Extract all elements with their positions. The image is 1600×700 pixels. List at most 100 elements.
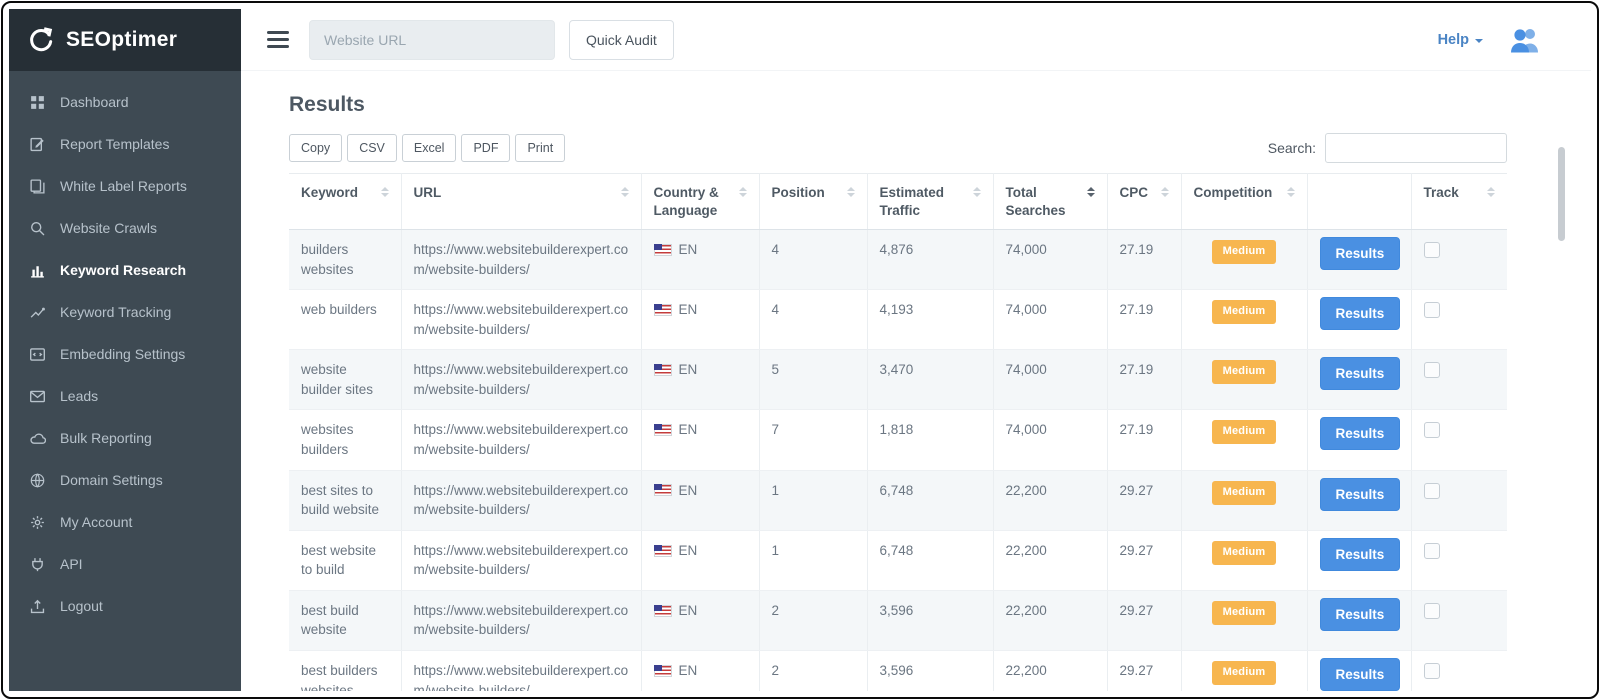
sidebar-menu: Dashboard Report Templates White Label R… (9, 71, 241, 637)
sort-icon[interactable] (381, 187, 389, 202)
support-users-icon[interactable] (1509, 26, 1543, 53)
track-checkbox[interactable] (1424, 543, 1440, 559)
action-cell: Results (1307, 470, 1411, 530)
sidebar-item-website-crawls[interactable]: Website Crawls (9, 207, 241, 249)
track-cell (1411, 530, 1507, 590)
results-button[interactable]: Results (1320, 417, 1401, 450)
sidebar-item-embedding-settings[interactable]: Embedding Settings (9, 333, 241, 375)
url-cell: https://www.websitebuilderexpert.com/web… (401, 230, 641, 290)
track-checkbox[interactable] (1424, 362, 1440, 378)
website-url-input[interactable] (309, 20, 555, 60)
sidebar-item-label: White Label Reports (60, 178, 187, 194)
hamburger-menu-icon[interactable] (267, 31, 289, 48)
track-checkbox[interactable] (1424, 302, 1440, 318)
export-buttons: Copy CSV Excel PDF Print (289, 134, 565, 162)
column-label: Competition (1194, 184, 1273, 202)
sidebar-item-keyword-research[interactable]: Keyword Research (9, 249, 241, 291)
results-button[interactable]: Results (1320, 538, 1401, 571)
keyword-cell: websites builders (289, 410, 401, 470)
table-header: Keyword URL Country & Language Position … (289, 174, 1507, 230)
app: SEOptimer Dashboard Report Templates Whi… (9, 9, 1591, 691)
results-button[interactable]: Results (1320, 357, 1401, 390)
sidebar-item-api[interactable]: API (9, 543, 241, 585)
column-label: Track (1424, 184, 1459, 202)
sort-active-icon[interactable] (1087, 187, 1095, 219)
results-button[interactable]: Results (1320, 478, 1401, 511)
traffic-cell: 1,818 (867, 410, 993, 470)
column-label: Position (772, 184, 825, 202)
language-label: EN (679, 240, 698, 260)
action-cell: Results (1307, 290, 1411, 350)
table-row: web builders https://www.websitebuildere… (289, 290, 1507, 350)
column-header-competition[interactable]: Competition (1181, 174, 1307, 230)
page-title: Results (289, 93, 1591, 117)
export-copy-button[interactable]: Copy (289, 134, 342, 162)
url-cell: https://www.websitebuilderexpert.com/web… (401, 530, 641, 590)
sort-icon[interactable] (621, 187, 629, 202)
sidebar-item-report-templates[interactable]: Report Templates (9, 123, 241, 165)
export-print-button[interactable]: Print (515, 134, 565, 162)
column-header-total-searches[interactable]: Total Searches (993, 174, 1107, 230)
sidebar-item-logout[interactable]: Logout (9, 585, 241, 627)
competition-badge: Medium (1212, 661, 1277, 685)
sidebar-item-domain-settings[interactable]: Domain Settings (9, 459, 241, 501)
searches-cell: 74,000 (993, 350, 1107, 410)
sort-icon[interactable] (1287, 187, 1295, 202)
us-flag-icon (654, 304, 672, 316)
quick-audit-button[interactable]: Quick Audit (569, 20, 674, 60)
sidebar-item-label: Keyword Research (60, 262, 186, 278)
results-button[interactable]: Results (1320, 237, 1401, 270)
seoptimer-logo-icon (25, 25, 55, 55)
export-excel-button[interactable]: Excel (402, 134, 457, 162)
brand-logo[interactable]: SEOptimer (9, 9, 241, 71)
column-header-keyword[interactable]: Keyword (289, 174, 401, 230)
track-checkbox[interactable] (1424, 242, 1440, 258)
searches-cell: 22,200 (993, 530, 1107, 590)
scrollbar-thumb[interactable] (1558, 147, 1565, 241)
us-flag-icon (654, 424, 672, 436)
sidebar-item-my-account[interactable]: My Account (9, 501, 241, 543)
language-label: EN (679, 420, 698, 440)
keyword-cell: builders websites (289, 230, 401, 290)
column-header-cpc[interactable]: CPC (1107, 174, 1181, 230)
column-header-track[interactable]: Track (1411, 174, 1507, 230)
search-label: Search: (1268, 140, 1316, 156)
sidebar-item-keyword-tracking[interactable]: Keyword Tracking (9, 291, 241, 333)
results-button[interactable]: Results (1320, 297, 1401, 330)
logout-icon (29, 598, 46, 615)
track-checkbox[interactable] (1424, 663, 1440, 679)
results-button[interactable]: Results (1320, 598, 1401, 631)
sort-icon[interactable] (847, 187, 855, 202)
column-header-url[interactable]: URL (401, 174, 641, 230)
table-row: builders websites https://www.websitebui… (289, 230, 1507, 290)
column-header-position[interactable]: Position (759, 174, 867, 230)
column-header-action (1307, 174, 1411, 230)
keyword-cell: best build website (289, 590, 401, 650)
track-checkbox[interactable] (1424, 483, 1440, 499)
column-header-country-language[interactable]: Country & Language (641, 174, 759, 230)
keyword-cell: website builder sites (289, 350, 401, 410)
sidebar-item-white-label-reports[interactable]: White Label Reports (9, 165, 241, 207)
sort-icon[interactable] (1161, 187, 1169, 202)
track-checkbox[interactable] (1424, 603, 1440, 619)
track-checkbox[interactable] (1424, 422, 1440, 438)
search-input[interactable] (1325, 133, 1507, 163)
traffic-cell: 4,876 (867, 230, 993, 290)
sidebar-item-dashboard[interactable]: Dashboard (9, 81, 241, 123)
help-menu[interactable]: Help (1438, 32, 1483, 48)
column-label: Estimated Traffic (880, 184, 967, 219)
url-cell: https://www.websitebuilderexpert.com/web… (401, 410, 641, 470)
sidebar-item-label: Report Templates (60, 136, 169, 152)
export-csv-button[interactable]: CSV (347, 134, 397, 162)
results-button[interactable]: Results (1320, 658, 1401, 691)
sort-icon[interactable] (1487, 187, 1495, 202)
competition-badge: Medium (1212, 420, 1277, 444)
sidebar-item-bulk-reporting[interactable]: Bulk Reporting (9, 417, 241, 459)
sort-icon[interactable] (973, 187, 981, 219)
sidebar-item-leads[interactable]: Leads (9, 375, 241, 417)
table-controls: Copy CSV Excel PDF Print Search: (289, 133, 1507, 163)
export-pdf-button[interactable]: PDF (461, 134, 510, 162)
column-header-estimated-traffic[interactable]: Estimated Traffic (867, 174, 993, 230)
track-cell (1411, 470, 1507, 530)
sort-icon[interactable] (739, 187, 747, 219)
